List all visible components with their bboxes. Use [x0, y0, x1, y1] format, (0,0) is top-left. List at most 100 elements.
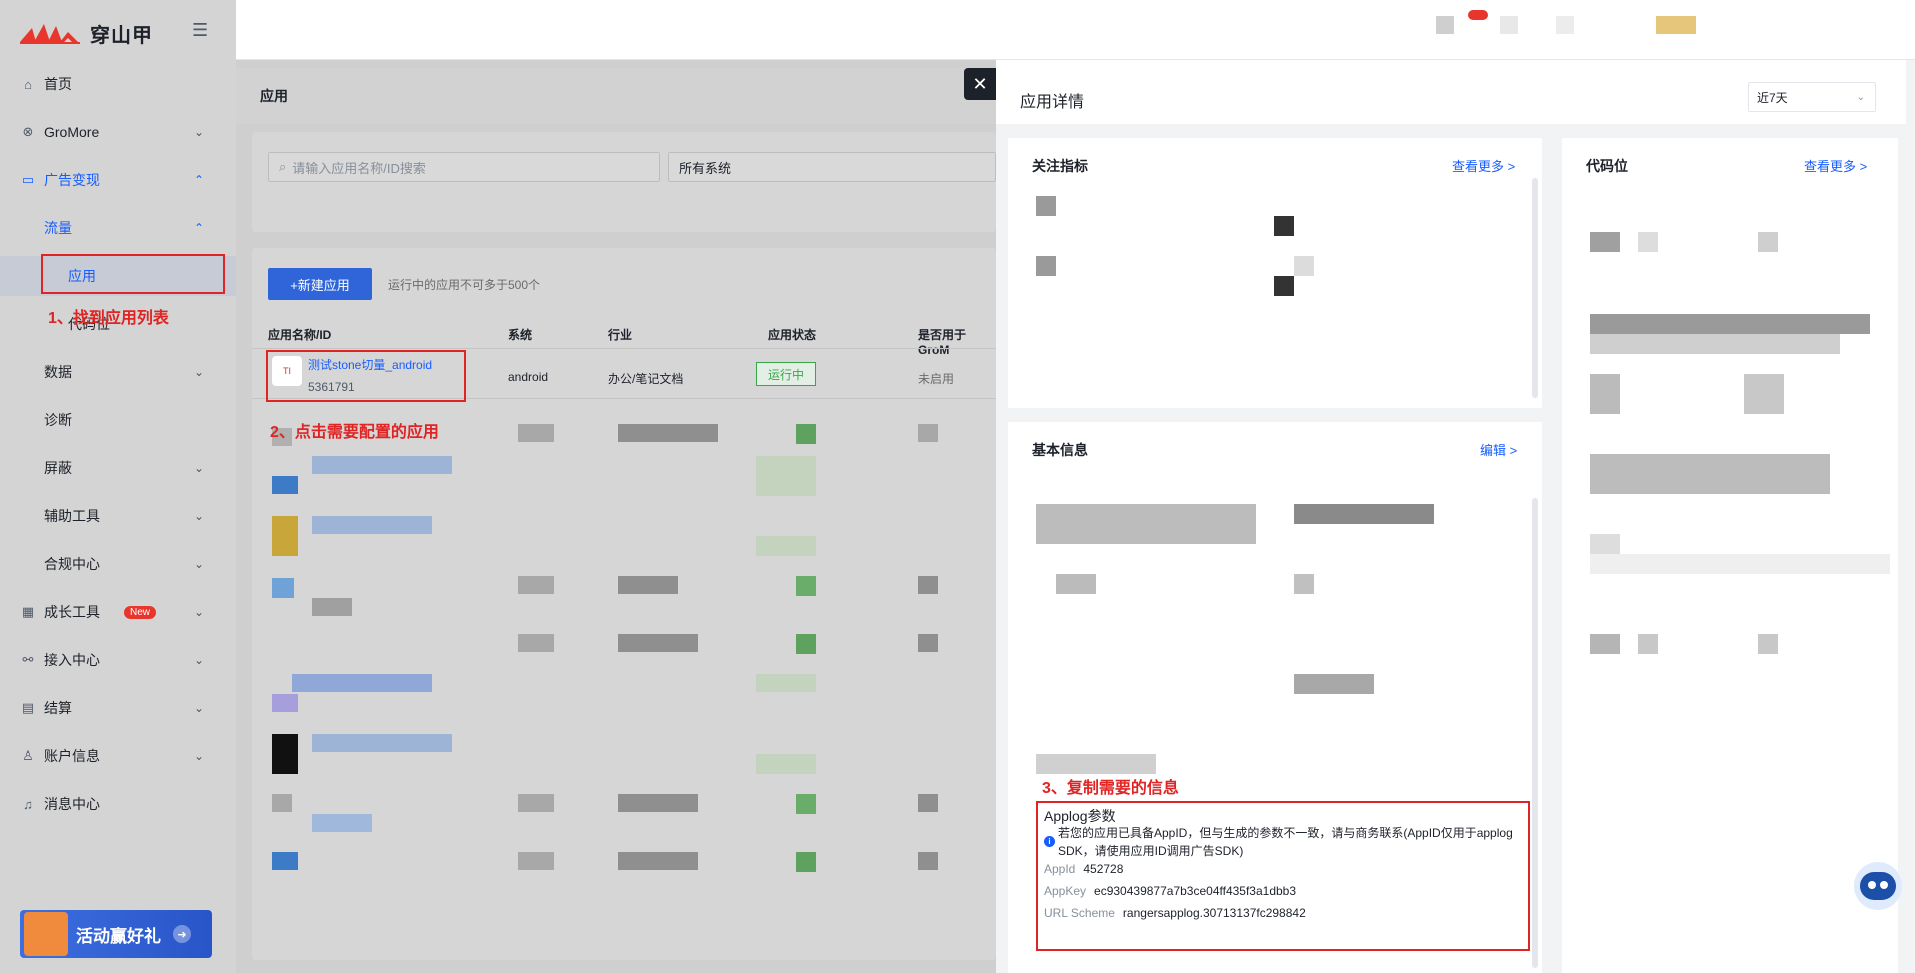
- blurred-block: [1590, 314, 1870, 334]
- blurred-block: [796, 852, 816, 872]
- blurred-block: [1500, 16, 1518, 34]
- blurred-block: [756, 754, 816, 774]
- nav-growth-tools[interactable]: ▦ 成长工具 New ⌄: [0, 592, 236, 632]
- col-industry: 行业: [608, 328, 633, 342]
- nav-integration[interactable]: ⚯ 接入中心 ⌄: [0, 640, 236, 680]
- blurred-block: [1274, 276, 1294, 296]
- metrics-card: 关注指标 查看更多 >: [1008, 138, 1542, 408]
- new-app-button[interactable]: +新建应用: [268, 268, 372, 300]
- status-badge: 运行中: [756, 362, 816, 386]
- nav-home[interactable]: ⌂ 首页: [0, 64, 236, 104]
- drawer-header: 应用详情 近7天 ⌄: [996, 60, 1906, 124]
- system-select[interactable]: 所有系统: [668, 152, 996, 182]
- app-system: android: [508, 370, 549, 384]
- blurred-block: [312, 456, 452, 474]
- gift-icon: [24, 912, 68, 956]
- nav-gromore-label: GroMore: [44, 124, 100, 140]
- nav-compliance[interactable]: 合规中心 ⌄: [0, 544, 236, 584]
- sidebar: 穿山甲 ☰ ⌂ 首页 ⊗ GroMore ⌄ ▭ 广告变现 ⌃ 流量 ⌃ 应用 …: [0, 0, 236, 973]
- blurred-block: [1036, 196, 1056, 216]
- blurred-block: [518, 576, 554, 594]
- blurred-block: [272, 476, 298, 494]
- blurred-block: [1274, 216, 1294, 236]
- blurred-block: [1590, 334, 1840, 354]
- blurred-block: [796, 634, 816, 654]
- annotation-step1: 1、找到应用列表: [48, 310, 169, 327]
- annotation-box-app-row: [266, 350, 466, 402]
- blurred-block: [756, 674, 816, 692]
- nav-settlement[interactable]: ▤ 结算 ⌄: [0, 688, 236, 728]
- chevron-down-icon: ⌄: [193, 605, 204, 619]
- blurred-block: [272, 794, 292, 812]
- blurred-block: [312, 598, 352, 616]
- blurred-block: [1294, 256, 1314, 276]
- blurred-block: [518, 634, 554, 652]
- blurred-block: [312, 734, 452, 752]
- blurred-block: [796, 424, 816, 444]
- nav-diagnose[interactable]: 诊断: [0, 400, 236, 440]
- nav-traffic-label: 流量: [44, 220, 72, 236]
- col-app-name: 应用名称/ID: [268, 328, 332, 342]
- annotation-step3: 3、复制需要的信息: [1042, 780, 1179, 797]
- blurred-block: [1744, 374, 1784, 414]
- nav-diagnose-label: 诊断: [44, 412, 72, 428]
- brand-name: 穿山甲: [90, 24, 153, 47]
- edit-link[interactable]: 编辑 >: [1480, 440, 1517, 459]
- filter-card: ⌕ 请输入应用名称/ID搜索 所有系统: [252, 132, 996, 232]
- blurred-block: [1590, 232, 1620, 252]
- nav-data[interactable]: 数据 ⌄: [0, 352, 236, 392]
- nav-account-label: 账户信息: [44, 748, 100, 764]
- code-slots-title: 代码位: [1586, 158, 1628, 174]
- divider: [252, 348, 996, 349]
- home-icon: ⌂: [24, 76, 32, 92]
- scrollbar[interactable]: [1532, 178, 1538, 398]
- bot-face: [1860, 872, 1896, 900]
- blurred-block: [518, 794, 554, 812]
- nav-messages[interactable]: ♫ 消息中心: [0, 784, 236, 824]
- blurred-block: [618, 852, 698, 870]
- search-placeholder: 请输入应用名称/ID搜索: [292, 160, 426, 176]
- nav-block[interactable]: 屏蔽 ⌄: [0, 448, 236, 488]
- blurred-block: [312, 516, 432, 534]
- scrollbar[interactable]: [1532, 498, 1538, 968]
- nav-monetize[interactable]: ▭ 广告变现 ⌃: [0, 160, 236, 200]
- search-input[interactable]: ⌕ 请输入应用名称/ID搜索: [268, 152, 660, 182]
- blurred-block: [1590, 454, 1830, 494]
- nav-tools[interactable]: 辅助工具 ⌄: [0, 496, 236, 536]
- blurred-block: [1590, 374, 1620, 414]
- collapse-menu-icon[interactable]: ☰: [192, 20, 208, 41]
- promo-label: 活动赢好礼: [76, 926, 161, 946]
- new-badge: New: [124, 605, 157, 619]
- blurred-block: [1638, 232, 1658, 252]
- blurred-block: [272, 734, 298, 774]
- blurred-block: [618, 794, 698, 812]
- nav-data-label: 数据: [44, 364, 72, 380]
- blurred-block: [312, 814, 372, 832]
- nav-account[interactable]: ♙ 账户信息 ⌄: [0, 736, 236, 776]
- chevron-down-icon: ⌄: [193, 125, 204, 139]
- chevron-down-icon: ⌄: [193, 461, 204, 475]
- assistant-bot-icon[interactable]: [1854, 862, 1902, 910]
- chevron-up-icon: ⌃: [193, 221, 204, 235]
- logo[interactable]: 穿山甲: [18, 18, 153, 48]
- blurred-block: [1056, 574, 1096, 594]
- close-drawer-button[interactable]: ✕: [964, 68, 996, 100]
- code-slots-more-link[interactable]: 查看更多 >: [1804, 156, 1867, 175]
- blurred-block: [1036, 256, 1056, 276]
- nav-gromore[interactable]: ⊗ GroMore ⌄: [0, 112, 236, 152]
- col-gromore: 是否用于GroM: [918, 328, 967, 357]
- nav-traffic[interactable]: 流量 ⌃: [0, 208, 236, 248]
- annotation-step2: 2、点击需要配置的应用: [270, 424, 439, 441]
- avatar[interactable]: [1656, 16, 1696, 34]
- blurred-block: [1590, 534, 1620, 554]
- blurred-block: [1590, 634, 1620, 654]
- chevron-down-icon: ⌄: [193, 749, 204, 763]
- date-range-select[interactable]: 近7天 ⌄: [1748, 82, 1876, 112]
- blurred-block: [618, 634, 698, 652]
- metrics-more-link[interactable]: 查看更多 >: [1452, 156, 1515, 175]
- blurred-block: [756, 536, 816, 556]
- promo-banner[interactable]: 活动赢好礼 ➜: [20, 910, 212, 958]
- blurred-block: [1294, 504, 1434, 524]
- chevron-down-icon: ⌄: [193, 509, 204, 523]
- blurred-block: [1036, 754, 1156, 774]
